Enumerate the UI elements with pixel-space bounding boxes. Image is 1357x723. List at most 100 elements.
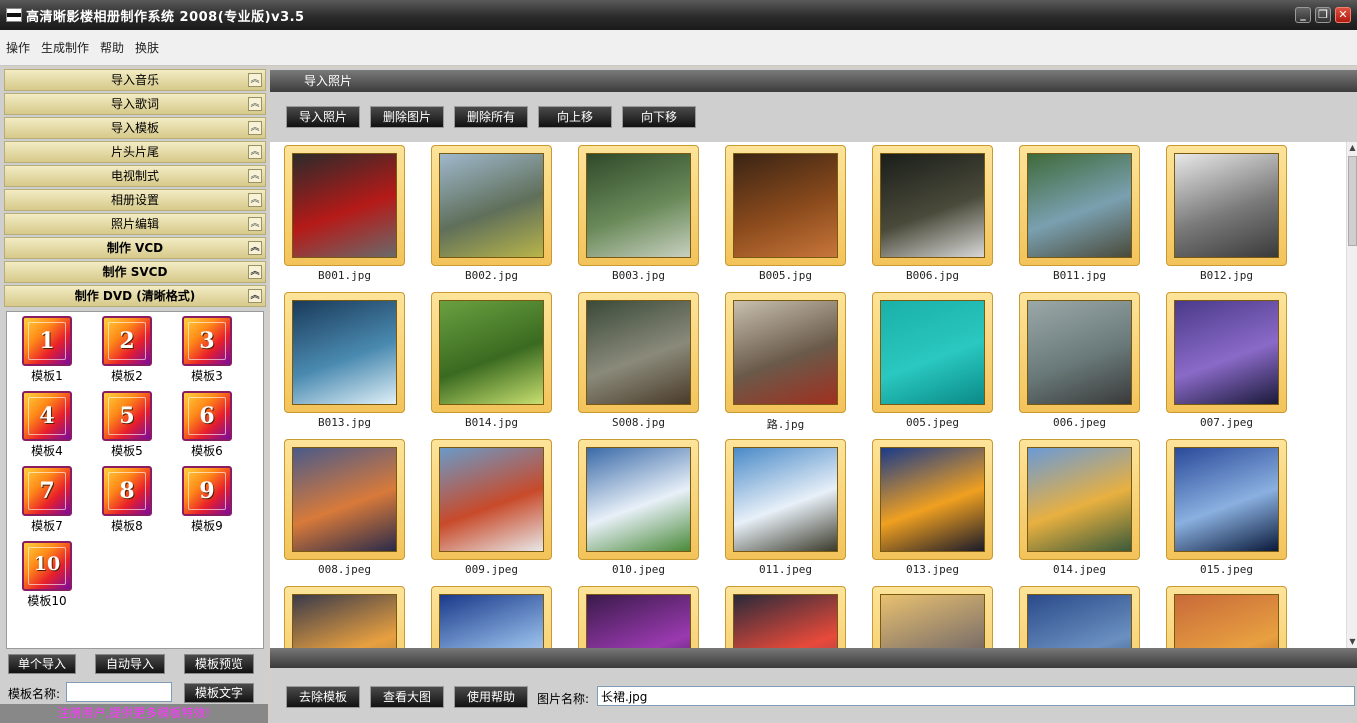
template-number: 8 xyxy=(119,478,135,504)
photo-item[interactable]: B012.jpg xyxy=(1166,145,1287,282)
photo-item[interactable]: B002.jpg xyxy=(431,145,552,282)
photo-item[interactable]: 009.jpeg xyxy=(431,439,552,576)
template-item[interactable]: 8 模板8 xyxy=(97,466,157,534)
photo-thumbnail xyxy=(586,447,691,552)
restore-button[interactable]: ❐ xyxy=(1315,7,1331,23)
collapse-icon[interactable]: ︽ xyxy=(248,193,262,207)
template-text-button[interactable]: 模板文字 xyxy=(184,683,254,703)
template-item[interactable]: 3 模板3 xyxy=(177,316,237,384)
photo-frame xyxy=(1166,586,1287,648)
photo-item[interactable] xyxy=(284,586,405,648)
menu-operation[interactable]: 操作 xyxy=(6,39,30,56)
minimize-button[interactable]: _ xyxy=(1295,7,1311,23)
accordion-header[interactable]: 相册设置 ︽ xyxy=(4,189,266,211)
auto-import-button[interactable]: 自动导入 xyxy=(95,654,165,674)
collapse-icon[interactable]: ︽ xyxy=(248,289,262,303)
collapse-icon[interactable]: ︽ xyxy=(248,169,262,183)
collapse-icon[interactable]: ︽ xyxy=(248,265,262,279)
template-thumbnail-icon: 2 xyxy=(102,316,152,366)
accordion-label: 导入模板 xyxy=(110,121,159,135)
template-item[interactable]: 10 模板10 xyxy=(17,541,77,609)
collapse-icon[interactable]: ︽ xyxy=(248,145,262,159)
photo-item[interactable]: B014.jpg xyxy=(431,292,552,429)
single-import-button[interactable]: 单个导入 xyxy=(8,654,76,674)
template-item[interactable]: 5 模板5 xyxy=(97,391,157,459)
collapse-icon[interactable]: ︽ xyxy=(248,241,262,255)
photo-item[interactable] xyxy=(1166,586,1287,648)
template-thumbnail-icon: 5 xyxy=(102,391,152,441)
delete-all-button[interactable]: 删除所有 xyxy=(454,106,528,128)
photo-filename: 006.jpeg xyxy=(1053,416,1106,429)
template-item[interactable]: 1 模板1 xyxy=(17,316,77,384)
photo-item[interactable]: B013.jpg xyxy=(284,292,405,429)
menu-generate[interactable]: 生成制作 xyxy=(41,39,89,56)
move-down-button[interactable]: 向下移 xyxy=(622,106,696,128)
menu-help[interactable]: 帮助 xyxy=(100,39,124,56)
photo-frame xyxy=(1019,439,1140,560)
photo-item[interactable] xyxy=(578,586,699,648)
accordion-header[interactable]: 导入音乐 ︽ xyxy=(4,69,266,91)
template-item[interactable]: 4 模板4 xyxy=(17,391,77,459)
photo-item[interactable]: 008.jpeg xyxy=(284,439,405,576)
photo-item[interactable] xyxy=(725,586,846,648)
accordion-header[interactable]: 制作 DVD (清晰格式) ︽ xyxy=(4,285,266,307)
usage-help-button[interactable]: 使用帮助 xyxy=(454,686,528,708)
photo-item[interactable]: B005.jpg xyxy=(725,145,846,282)
accordion-header[interactable]: 制作 SVCD ︽ xyxy=(4,261,266,283)
collapse-icon[interactable]: ︽ xyxy=(248,73,262,87)
scroll-thumb[interactable] xyxy=(1348,156,1357,246)
template-item[interactable]: 7 模板7 xyxy=(17,466,77,534)
photo-item[interactable]: 006.jpeg xyxy=(1019,292,1140,429)
photo-item[interactable]: 014.jpeg xyxy=(1019,439,1140,576)
scroll-up-icon[interactable]: ▲ xyxy=(1347,142,1357,154)
photo-filename: 009.jpeg xyxy=(465,563,518,576)
photo-item[interactable] xyxy=(872,586,993,648)
import-photo-button[interactable]: 导入照片 xyxy=(286,106,360,128)
accordion-header[interactable]: 导入歌词 ︽ xyxy=(4,93,266,115)
photo-item[interactable] xyxy=(1019,586,1140,648)
accordion-header[interactable]: 制作 VCD ︽ xyxy=(4,237,266,259)
photo-item[interactable]: B001.jpg xyxy=(284,145,405,282)
accordion-header[interactable]: 电视制式 ︽ xyxy=(4,165,266,187)
photo-item[interactable]: 010.jpeg xyxy=(578,439,699,576)
photo-frame xyxy=(431,292,552,413)
collapse-icon[interactable]: ︽ xyxy=(248,217,262,231)
photo-frame xyxy=(431,586,552,648)
photo-item[interactable]: B006.jpg xyxy=(872,145,993,282)
photo-item[interactable]: 011.jpeg xyxy=(725,439,846,576)
remove-template-button[interactable]: 去除模板 xyxy=(286,686,360,708)
photo-thumbnail xyxy=(1027,300,1132,405)
photo-item[interactable]: S008.jpg xyxy=(578,292,699,429)
template-item[interactable]: 2 模板2 xyxy=(97,316,157,384)
template-label: 模板2 xyxy=(111,369,143,383)
accordion-header[interactable]: 片头片尾 ︽ xyxy=(4,141,266,163)
photo-item[interactable]: B011.jpg xyxy=(1019,145,1140,282)
accordion-header[interactable]: 照片编辑 ︽ xyxy=(4,213,266,235)
image-name-input[interactable] xyxy=(597,686,1355,706)
photo-item[interactable]: B003.jpg xyxy=(578,145,699,282)
photo-item[interactable]: 015.jpeg xyxy=(1166,439,1287,576)
template-preview-button[interactable]: 模板预览 xyxy=(184,654,254,674)
left-panel: 导入音乐 ︽ 导入歌词 ︽ 导入模板 ︽ 片头片尾 ︽ 电视制式 ︽ 相册设置 ︽ 照片编辑 ︽ 制作 VC… xyxy=(0,68,268,723)
photo-item[interactable]: 013.jpeg xyxy=(872,439,993,576)
template-thumbnail-icon: 1 xyxy=(22,316,72,366)
photo-item[interactable]: 007.jpeg xyxy=(1166,292,1287,429)
photo-item[interactable]: 005.jpeg xyxy=(872,292,993,429)
collapse-icon[interactable]: ︽ xyxy=(248,97,262,111)
template-thumbnail-icon: 8 xyxy=(102,466,152,516)
vertical-scrollbar[interactable]: ▲ ▼ xyxy=(1346,142,1357,648)
photo-item[interactable] xyxy=(431,586,552,648)
close-button[interactable]: ✕ xyxy=(1335,7,1351,23)
move-up-button[interactable]: 向上移 xyxy=(538,106,612,128)
accordion-header[interactable]: 导入模板 ︽ xyxy=(4,117,266,139)
scroll-down-icon[interactable]: ▼ xyxy=(1347,636,1357,648)
photo-thumbnail xyxy=(880,300,985,405)
template-item[interactable]: 6 模板6 xyxy=(177,391,237,459)
view-large-button[interactable]: 查看大图 xyxy=(370,686,444,708)
photo-item[interactable]: 路.jpg xyxy=(725,292,846,432)
collapse-icon[interactable]: ︽ xyxy=(248,121,262,135)
menu-skin[interactable]: 换肤 xyxy=(135,39,159,56)
template-item[interactable]: 9 模板9 xyxy=(177,466,237,534)
delete-image-button[interactable]: 删除图片 xyxy=(370,106,444,128)
template-name-input[interactable] xyxy=(66,682,172,702)
